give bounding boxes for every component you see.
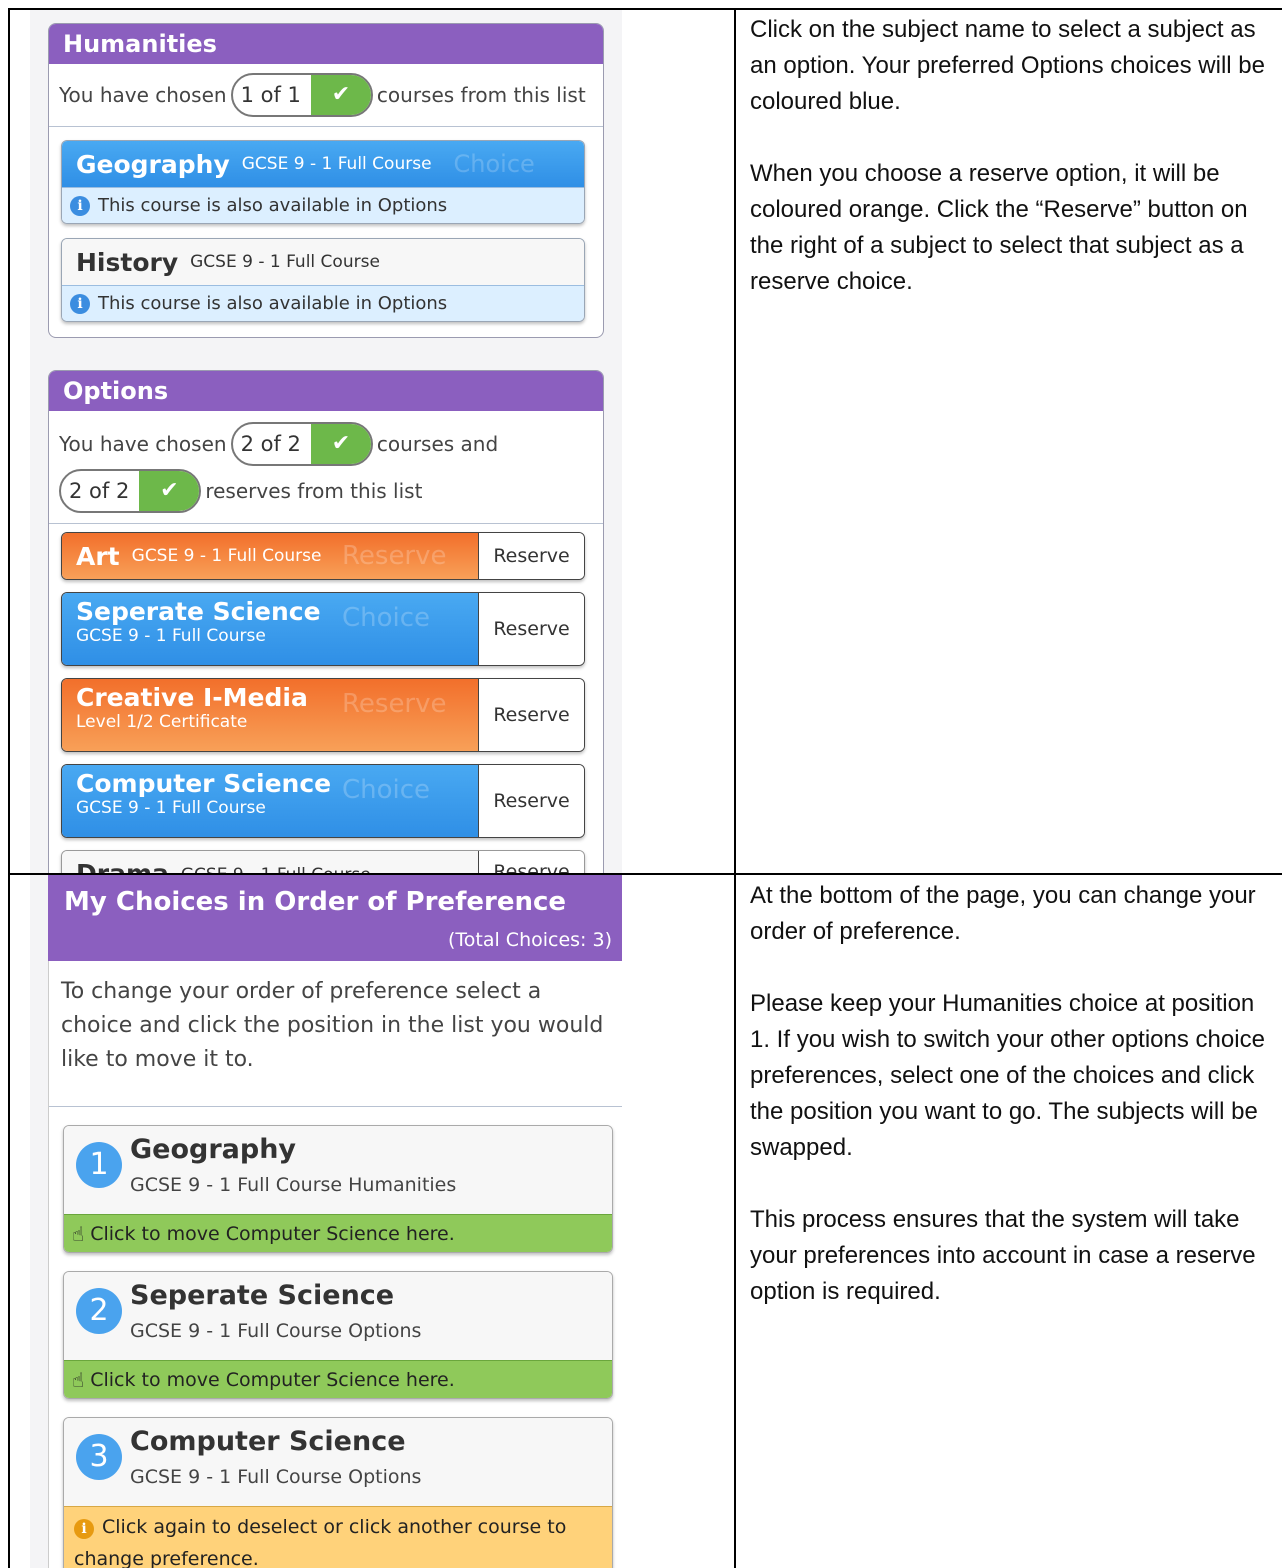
course-geography[interactable]: Geography GCSE 9 - 1 Full Course Choice … [61, 140, 585, 224]
humanities-title: Humanities [49, 24, 603, 64]
course-level: GCSE 9 - 1 Full Course [181, 865, 371, 873]
move-text: Click to move Computer Science here. [90, 1368, 455, 1391]
course-info: i This course is also available in Optio… [62, 187, 584, 223]
course-name[interactable]: Geography [76, 150, 230, 179]
course-name[interactable]: History [76, 248, 178, 277]
chosen-suffix: courses from this list [376, 83, 586, 107]
option-creative-imedia[interactable]: Creative I-Media Level 1/2 Certificate R… [61, 678, 585, 752]
preference-item[interactable]: 2 Seperate Science GCSE 9 - 1 Full Cours… [63, 1271, 613, 1399]
humanities-chosen-row: You have chosen 1 of 1 ✔ courses from th… [49, 64, 603, 126]
courses-count: 2 of 2 [240, 432, 301, 456]
preference-sub: GCSE 9 - 1 Full Course Humanities [130, 1174, 457, 1196]
total-choices: (Total Choices: 3) [447, 929, 612, 951]
preferences-screenshot: My Choices in Order of Preference (Total… [30, 875, 622, 1568]
position-badge: 2 [76, 1288, 122, 1334]
chosen-prefix: You have chosen [59, 83, 227, 107]
option-seperate-science[interactable]: Seperate Science GCSE 9 - 1 Full Course … [61, 592, 585, 666]
chosen-count: 1 of 1 [240, 83, 301, 107]
preference-item[interactable]: 1 Geography GCSE 9 - 1 Full Course Human… [63, 1125, 613, 1253]
choice-watermark: Choice [342, 603, 431, 633]
instructions-top: Click on the subject name to select a su… [750, 12, 1280, 336]
check-icon: ✔ [310, 424, 371, 464]
reserves-count-pill: 2 of 2 ✔ [59, 469, 202, 513]
reserve-button[interactable]: Reserve [478, 765, 584, 837]
option-computer-science[interactable]: Computer Science GCSE 9 - 1 Full Course … [61, 764, 585, 838]
course-name[interactable]: Art [76, 542, 120, 571]
course-history[interactable]: History GCSE 9 - 1 Full Course i This co… [61, 238, 585, 322]
move-here-button[interactable]: ☝ Click to move Computer Science here. [64, 1214, 612, 1252]
divider [49, 523, 603, 524]
deselect-message[interactable]: i Click again to deselect or click anothe… [64, 1506, 612, 1568]
reserve-watermark: Reserve [342, 541, 447, 571]
course-level: GCSE 9 - 1 Full Course [190, 252, 380, 272]
courses-suffix: courses and [376, 432, 499, 456]
chosen-count-pill: 1 of 1 ✔ [230, 73, 373, 117]
instruction-paragraph: Click on the subject name to select a su… [750, 16, 1265, 115]
options-courses-row: You have chosen 2 of 2 ✔ courses and [49, 411, 603, 471]
info-icon: i [70, 195, 90, 216]
choice-watermark: Choice [342, 775, 431, 805]
course-info: i This course is also available in Optio… [62, 285, 584, 321]
options-title: Options [49, 371, 603, 411]
divider [49, 126, 603, 127]
warning-info-icon: i [74, 1519, 94, 1539]
courses-count-pill: 2 of 2 ✔ [230, 422, 373, 466]
chosen-prefix: You have chosen [59, 432, 227, 456]
position-badge: 3 [76, 1434, 122, 1480]
course-info-text: This course is also available in Options [98, 293, 448, 314]
deselect-text: Click again to deselect or click another… [74, 1516, 567, 1568]
reserve-button[interactable]: Reserve [478, 851, 584, 873]
instruction-paragraph: At the bottom of the page, you can chang… [750, 882, 1256, 945]
options-screenshot: Humanities You have chosen 1 of 1 ✔ cour… [30, 10, 622, 873]
info-icon: i [70, 293, 90, 314]
reserve-button[interactable]: Reserve [478, 533, 584, 579]
table-column-divider [734, 8, 736, 1568]
move-text: Click to move Computer Science here. [90, 1222, 455, 1245]
preferences-header: My Choices in Order of Preference (Total… [48, 875, 622, 961]
hand-pointer-icon: ☝ [72, 1221, 85, 1246]
hand-pointer-icon: ☝ [72, 1367, 85, 1392]
reserve-watermark: Reserve [342, 689, 447, 719]
choice-watermark: Choice [453, 150, 535, 178]
reserves-count: 2 of 2 [69, 479, 130, 503]
course-name[interactable]: Drama [76, 859, 169, 873]
options-panel: Options You have chosen 2 of 2 ✔ courses… [48, 370, 604, 873]
instruction-paragraph: Please keep your Humanities choice at po… [750, 990, 1265, 1161]
option-art[interactable]: Art GCSE 9 - 1 Full Course Reserve Reser… [61, 532, 585, 580]
preference-name[interactable]: Seperate Science [130, 1280, 394, 1311]
instruction-paragraph: This process ensures that the system wil… [750, 1206, 1256, 1305]
move-here-button[interactable]: ☝ Click to move Computer Science here. [64, 1360, 612, 1398]
preferences-title: My Choices in Order of Preference [64, 887, 567, 917]
reserve-button[interactable]: Reserve [478, 679, 584, 751]
preference-sub: GCSE 9 - 1 Full Course Options [130, 1466, 422, 1488]
course-level: GCSE 9 - 1 Full Course [131, 546, 322, 566]
options-reserves-row: 2 of 2 ✔ reserves from this list [49, 469, 603, 519]
preferences-intro: To change your order of preference selec… [49, 961, 622, 1107]
preference-sub: GCSE 9 - 1 Full Course Options [130, 1320, 422, 1342]
check-icon: ✔ [139, 471, 200, 511]
preference-name[interactable]: Geography [130, 1134, 296, 1165]
course-level: GCSE 9 - 1 Full Course [241, 154, 432, 174]
reserve-button[interactable]: Reserve [478, 593, 584, 665]
preference-name[interactable]: Computer Science [130, 1426, 406, 1457]
option-drama[interactable]: Drama GCSE 9 - 1 Full Course Reserve [61, 850, 585, 873]
preference-item-selected[interactable]: 3 Computer Science GCSE 9 - 1 Full Cours… [63, 1417, 613, 1568]
check-icon: ✔ [310, 75, 371, 115]
instruction-paragraph: When you choose a reserve option, it wil… [750, 160, 1248, 295]
course-info-text: This course is also available in Options [98, 195, 448, 216]
position-badge: 1 [76, 1142, 122, 1188]
preferences-body: To change your order of preference selec… [48, 961, 622, 1568]
reserves-suffix: reserves from this list [205, 479, 423, 503]
instructions-bottom: At the bottom of the page, you can chang… [750, 878, 1280, 1346]
humanities-panel: Humanities You have chosen 1 of 1 ✔ cour… [48, 23, 604, 338]
